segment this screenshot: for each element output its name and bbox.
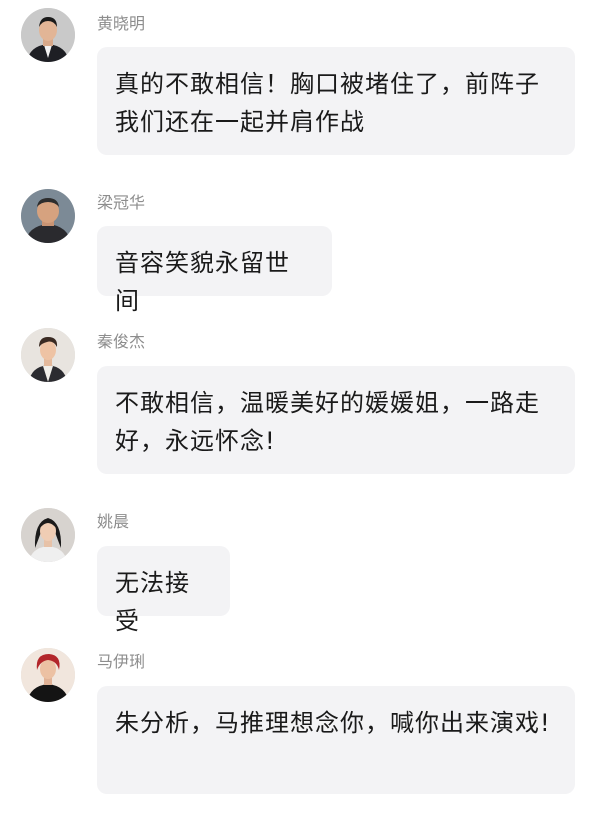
message-bubble[interactable]: 真的不敢相信！胸口被堵住了，前阵子我们还在一起并肩作战 xyxy=(97,47,575,155)
message-bubble[interactable]: 不敢相信，温暖美好的媛媛姐，一路走好，永远怀念! xyxy=(97,366,575,474)
woman-avatar-icon xyxy=(21,508,75,562)
avatar[interactable] xyxy=(21,189,75,243)
sender-name: 梁冠华 xyxy=(97,193,146,212)
sender-name: 黄晓明 xyxy=(97,14,146,33)
avatar[interactable] xyxy=(21,328,75,382)
man-in-suit-avatar-icon xyxy=(21,8,75,62)
older-man-avatar-icon xyxy=(21,189,75,243)
avatar[interactable] xyxy=(21,8,75,62)
avatar[interactable] xyxy=(21,508,75,562)
sender-name: 姚晨 xyxy=(97,512,130,531)
message-bubble[interactable]: 朱分析，马推理想念你，喊你出来演戏! xyxy=(97,686,575,794)
message-bubble[interactable]: 无法接受 xyxy=(97,546,230,635)
chat-list: 黄晓明 真的不敢相信！胸口被堵住了，前阵子我们还在一起并肩作战 梁冠华 音容笑貌… xyxy=(0,0,600,824)
avatar[interactable] xyxy=(21,648,75,702)
woman-red-hair-avatar-icon xyxy=(21,648,75,702)
message-bubble[interactable]: 音容笑貌永留世间 xyxy=(97,226,332,315)
sender-name: 秦俊杰 xyxy=(97,332,146,351)
sender-name: 马伊琍 xyxy=(97,652,146,671)
young-man-avatar-icon xyxy=(21,328,75,382)
